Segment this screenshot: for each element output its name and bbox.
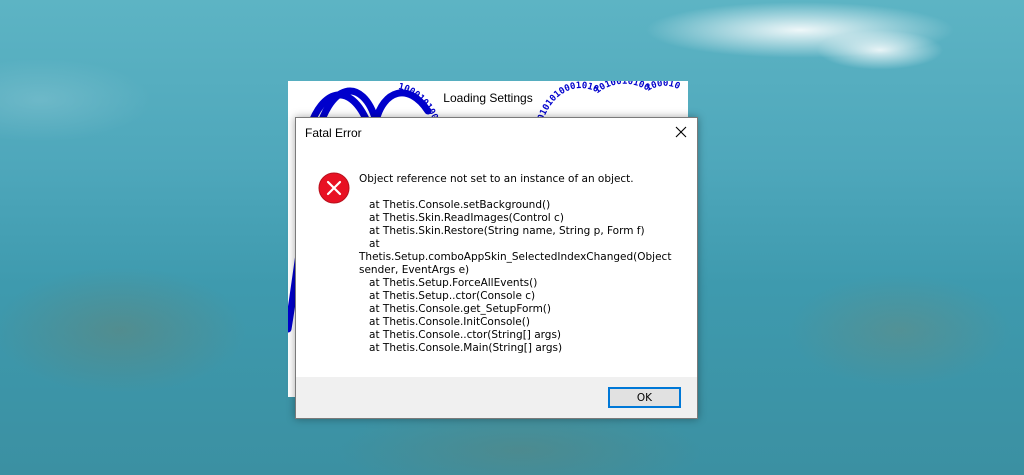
dialog-titlebar[interactable]: Fatal Error bbox=[296, 118, 697, 148]
desktop: { "splash": { "title": "Loading Settings… bbox=[0, 0, 1024, 475]
stack-trace: at Thetis.Console.setBackground() at The… bbox=[359, 199, 672, 354]
dialog-content: Object reference not set to an instance … bbox=[296, 148, 697, 377]
splash-title: Loading Settings bbox=[443, 91, 533, 105]
fatal-error-dialog: Fatal Error Object reference not set to … bbox=[295, 117, 698, 419]
dialog-button-bar: OK bbox=[296, 377, 697, 418]
error-icon bbox=[318, 172, 350, 204]
close-icon bbox=[675, 126, 687, 138]
close-button[interactable] bbox=[665, 118, 697, 146]
ok-button[interactable]: OK bbox=[608, 387, 681, 408]
error-message: Object reference not set to an instance … bbox=[359, 173, 634, 185]
error-message-block: Object reference not set to an instance … bbox=[359, 173, 679, 355]
dialog-title: Fatal Error bbox=[305, 126, 362, 140]
